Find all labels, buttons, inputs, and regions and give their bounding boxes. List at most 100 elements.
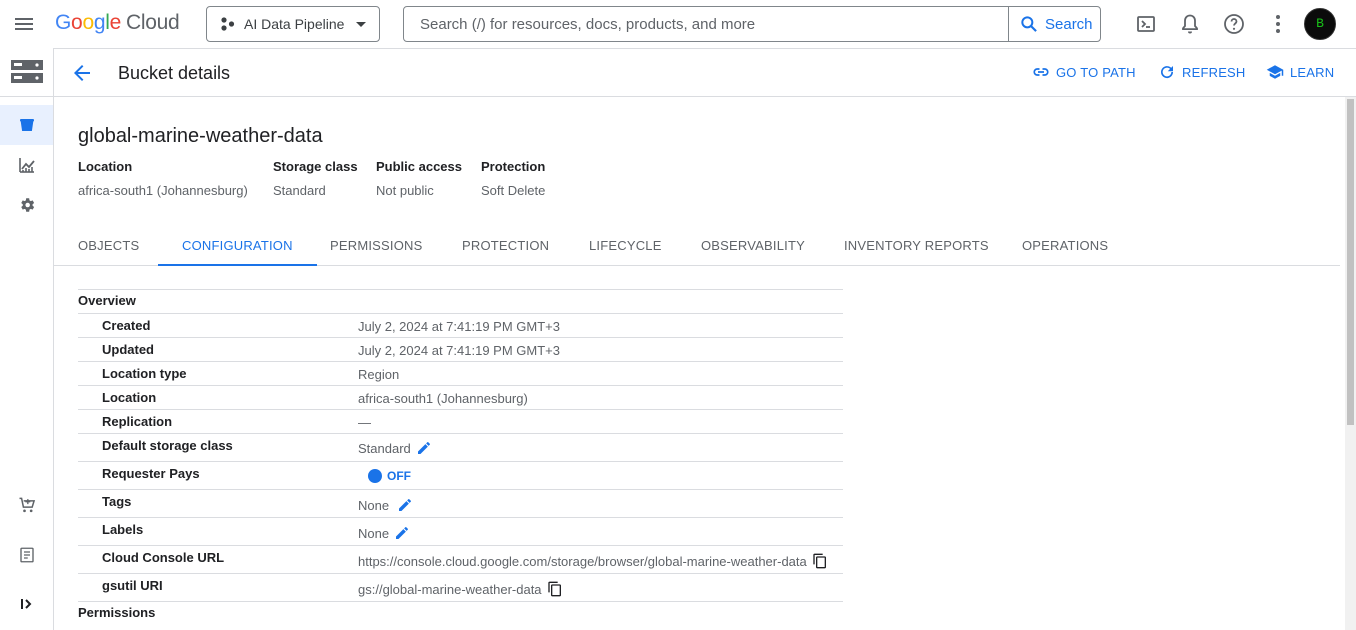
notifications-icon[interactable] [1178,12,1202,36]
meta-value: africa-south1 (Johannesburg) [78,183,248,198]
go-to-path-label: GO TO PATH [1056,64,1136,80]
scrollbar-thumb[interactable] [1347,99,1354,425]
search-button-label: Search [1045,15,1093,33]
configuration-table: Overview Created July 2, 2024 at 7:41:19… [78,289,843,625]
tab-observability[interactable]: OBSERVABILITY [677,231,829,266]
tab-lifecycle[interactable]: LIFECYCLE [565,231,686,266]
labels-value: None [358,525,390,541]
google-cloud-logo[interactable]: Google Cloud [55,11,180,35]
permissions-section-header: Permissions [78,601,843,625]
location-value: africa-south1 (Johannesburg) [358,391,528,406]
logo-letter: o [82,11,94,34]
search-icon [1021,16,1037,32]
buckets-nav-icon[interactable] [0,105,53,145]
requester-pays-toggle[interactable]: OFF [368,469,411,483]
tab-protection[interactable]: PROTECTION [438,231,573,266]
search-button[interactable]: Search [1008,7,1101,41]
school-icon [1266,65,1284,79]
row-label: gsutil URI [102,578,163,593]
meta-storage-class: Storage class Standard [273,159,358,198]
meta-value: Standard [273,183,326,198]
avatar[interactable]: B [1304,8,1336,40]
meta-public-access: Public access Not public [376,159,462,198]
requester-pays-value: OFF [387,469,411,483]
row-value: Region [358,367,399,382]
top-bar: GoogleCloud AI Data Pipeline Search B [0,0,1356,48]
meta-label: Protection [481,159,546,174]
help-icon[interactable] [1222,12,1246,36]
marketplace-nav-icon[interactable] [0,485,53,525]
meta-protection: Protection Soft Delete [481,159,545,198]
more-options-icon[interactable] [1266,12,1290,36]
tab-configuration[interactable]: CONFIGURATION [158,231,317,266]
content-scrollbar[interactable] [1345,97,1356,630]
meta-value: Soft Delete [481,183,546,198]
logo-letter: o [71,11,83,34]
edit-storage-class-icon[interactable] [416,440,432,456]
refresh-label: REFRESH [1182,64,1246,80]
row-value: July 2, 2024 at 7:41:19 PM GMT+3 [358,343,560,358]
settings-nav-icon[interactable] [0,185,53,225]
copy-url-icon[interactable] [812,553,828,569]
page-header: Bucket details GO TO PATH REFRESH LEARN [54,48,1356,97]
go-to-path-button[interactable]: GO TO PATH [1032,63,1136,81]
tab-operations[interactable]: OPERATIONS [998,231,1132,266]
cloud-shell-icon[interactable] [1134,12,1158,36]
meta-location: Location africa-south1 (Johannesburg) [78,159,248,198]
copy-uri-icon[interactable] [547,581,563,597]
cloud-storage-product-icon[interactable] [0,52,53,92]
row-value: africa-south1 (Johannesburg) [358,391,528,406]
table-row: Location type Region [78,361,843,385]
logo-letter: e [109,11,122,34]
row-value: https://console.cloud.google.com/storage… [358,553,828,569]
edit-labels-icon[interactable] [394,525,410,541]
table-row: Requester Pays OFF [78,461,843,489]
search-bar: Search [403,6,1101,42]
chevron-down-icon [356,22,366,27]
updated-value: July 2, 2024 at 7:41:19 PM GMT+3 [358,343,560,358]
overview-section-header: Overview [78,289,843,313]
back-arrow-icon[interactable] [70,61,94,85]
row-value: gs://global-marine-weather-data [358,581,563,597]
table-row: Cloud Console URL https://console.cloud.… [78,545,843,573]
link-icon [1033,68,1049,76]
meta-label: Storage class [273,159,358,174]
toggle-knob [368,469,382,483]
row-label: Default storage class [102,438,233,453]
search-input[interactable] [404,7,1008,41]
tab-inventory-reports[interactable]: INVENTORY REPORTS [820,231,1013,266]
meta-value: Not public [376,183,434,198]
learn-button[interactable]: LEARN [1266,63,1334,81]
row-label: Requester Pays [102,466,200,481]
replication-value: — [358,415,371,430]
section-title: Overview [78,293,136,308]
edit-tags-icon[interactable] [397,497,413,513]
expand-rail-icon[interactable] [0,584,53,624]
main-menu-icon[interactable] [12,12,36,36]
project-icon [221,17,235,31]
tags-value: None [358,497,390,513]
tab-bar: OBJECTS CONFIGURATION PERMISSIONS PROTEC… [54,231,1340,266]
location-type-value: Region [358,367,400,382]
tab-permissions[interactable]: PERMISSIONS [306,231,447,266]
release-notes-nav-icon[interactable] [0,535,53,575]
row-label: Replication [102,414,173,429]
tab-objects[interactable]: OBJECTS [54,231,163,266]
bucket-details-content: global-marine-weather-data Location afri… [54,97,1340,630]
table-row: Labels None [78,517,843,545]
refresh-icon [1161,66,1174,79]
table-row: Updated July 2, 2024 at 7:41:19 PM GMT+3 [78,337,843,361]
row-label: Updated [102,342,154,357]
row-value: None [358,525,410,541]
refresh-button[interactable]: REFRESH [1158,63,1246,81]
row-label: Labels [102,522,144,537]
row-value: — [358,415,371,430]
project-picker[interactable]: AI Data Pipeline [206,6,380,42]
table-row: Replication — [78,409,843,433]
table-row: Tags None [78,489,843,517]
section-title: Permissions [78,605,156,620]
learn-label: LEARN [1290,64,1335,80]
left-rail [0,48,54,630]
logo-letter: g [93,11,106,34]
monitoring-nav-icon[interactable] [0,145,53,185]
